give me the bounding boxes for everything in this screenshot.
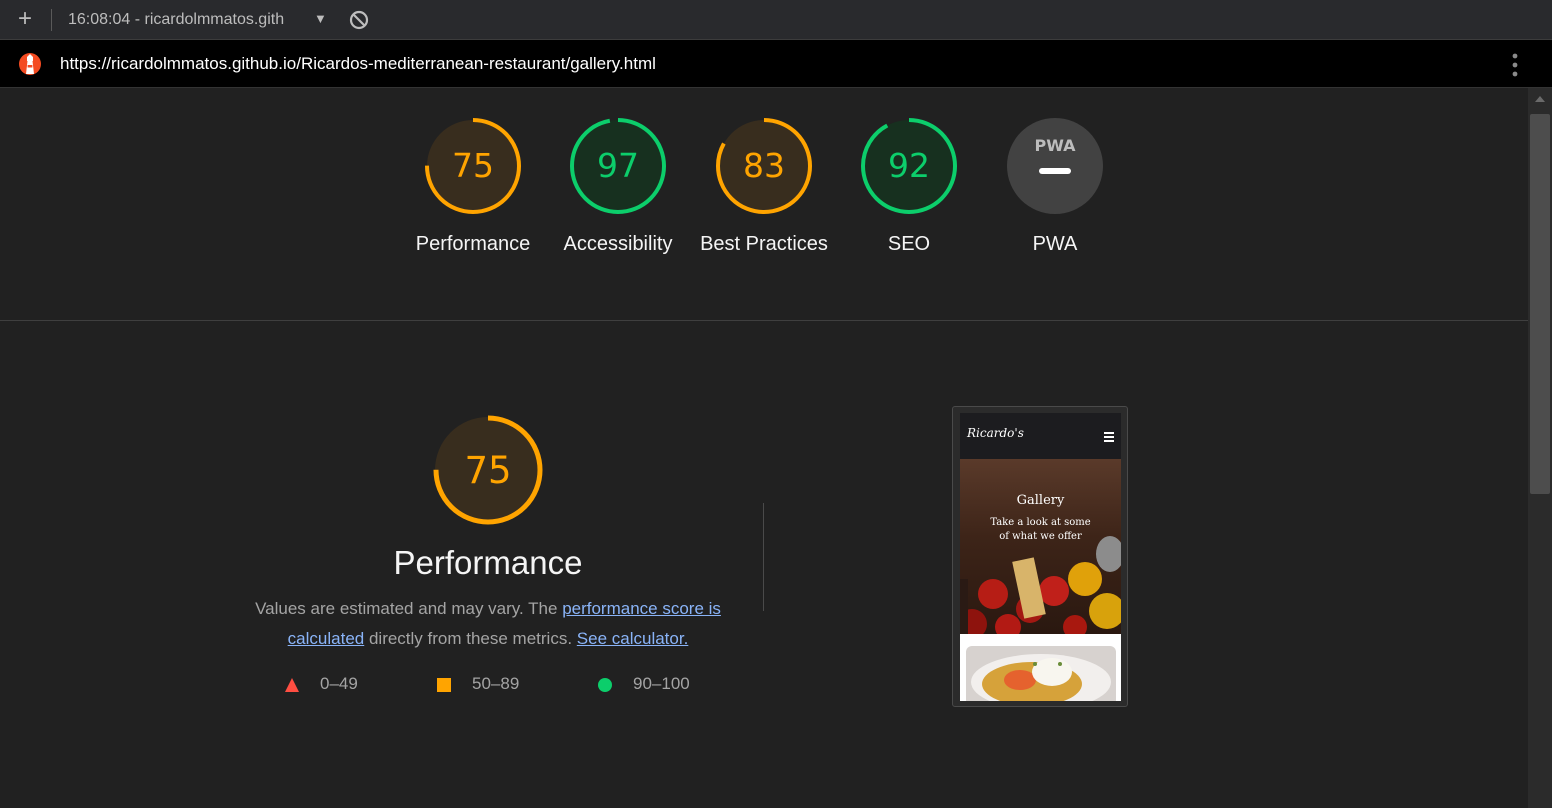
site-navbar: Ricardo's	[960, 413, 1121, 459]
report-selector[interactable]: 16:08:04 - ricardolmmatos.gith	[68, 11, 310, 29]
report-content: 75 Performance 97 Accessibility 83 Best …	[0, 88, 1528, 808]
lighthouse-icon	[19, 53, 41, 75]
legend-range: 50–89	[472, 674, 520, 693]
url-bar: https://ricardolmmatos.github.io/Ricardo…	[0, 40, 1552, 88]
hero-title: Gallery	[1016, 493, 1065, 508]
final-screenshot[interactable]: Ricardo's Gallery Take a look at some of…	[952, 406, 1128, 707]
desc-text: Values are estimated and may vary. The	[255, 599, 563, 618]
toolbar-divider	[51, 9, 52, 31]
circle-icon	[598, 678, 612, 692]
hamburger-icon	[1104, 432, 1114, 444]
gauge-score: 97	[597, 146, 639, 185]
gauge-pwa[interactable]: PWA PWA	[990, 116, 1120, 259]
food-plate-image	[966, 646, 1116, 701]
section-divider	[763, 503, 764, 611]
gauge-ring: 83	[716, 118, 812, 214]
gauge-best-practices[interactable]: 83 Best Practices	[699, 116, 829, 259]
scrollbar-thumb[interactable]	[1530, 114, 1550, 494]
gauge-label: SEO	[887, 233, 931, 255]
site-logo: Ricardo's	[967, 426, 1024, 440]
legend-range: 0–49	[320, 674, 358, 693]
gauge-score: 75	[452, 146, 494, 185]
performance-title: Performance	[393, 544, 583, 581]
report-url: https://ricardolmmatos.github.io/Ricardo…	[60, 54, 656, 73]
vegetables-image	[960, 536, 1121, 634]
performance-description: Values are estimated and may vary. The p…	[238, 594, 738, 654]
triangle-icon	[285, 678, 299, 692]
gauge-performance[interactable]: 75 Performance	[408, 116, 538, 259]
see-calculator-link[interactable]: See calculator.	[577, 629, 689, 648]
caret-down-icon[interactable]: ▼	[314, 11, 327, 26]
performance-score: 75	[464, 449, 511, 492]
hero-banner: Gallery Take a look at some of what we o…	[960, 459, 1121, 634]
square-icon	[437, 678, 451, 692]
block-icon[interactable]	[349, 10, 369, 30]
gallery-image	[960, 634, 1121, 701]
scrollbar[interactable]	[1528, 88, 1552, 808]
gauge-label: Performance	[415, 233, 531, 255]
gauge-label: Accessibility	[563, 233, 673, 255]
desc-text: directly from these metrics.	[364, 629, 577, 648]
screenshot-viewport: Ricardo's Gallery Take a look at some of…	[960, 413, 1121, 701]
gauge-ring: 97	[570, 118, 666, 214]
legend-range: 90–100	[633, 674, 690, 693]
gauge-seo[interactable]: 92 SEO	[844, 116, 974, 259]
gauge-label: Best Practices	[700, 233, 828, 255]
devtools-toolbar: + 16:08:04 - ricardolmmatos.gith ▼	[0, 0, 1552, 40]
plus-icon[interactable]: +	[14, 7, 36, 31]
score-gauges: 75 Performance 97 Accessibility 83 Best …	[0, 88, 1528, 321]
pwa-dash	[1039, 168, 1071, 174]
kebab-menu-icon[interactable]	[1505, 52, 1525, 78]
gauge-accessibility[interactable]: 97 Accessibility	[553, 116, 683, 259]
performance-section: 75 Performance Values are estimated and …	[0, 321, 1528, 808]
performance-gauge: 75	[433, 415, 543, 525]
pwa-badge-text: PWA	[1034, 136, 1076, 155]
gauge-score: 92	[888, 146, 930, 185]
gauge-score: 83	[743, 146, 785, 185]
gauge-ring: 92	[861, 118, 957, 214]
scroll-up-arrow-icon[interactable]	[1535, 96, 1545, 102]
hero-subtitle: Take a look at some of what we offer	[990, 517, 1091, 542]
gauge-label: PWA	[1032, 233, 1078, 255]
pwa-badge-icon: PWA	[1007, 118, 1103, 214]
gauge-ring: 75	[425, 118, 521, 214]
